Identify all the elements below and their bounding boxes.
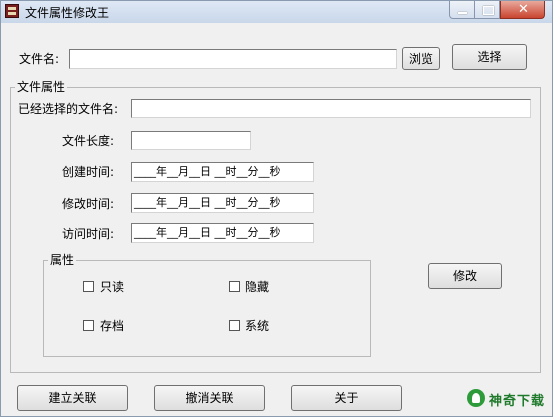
close-button[interactable]: ✕ bbox=[500, 1, 545, 19]
system-label[interactable]: 系统 bbox=[245, 319, 269, 333]
select-button[interactable]: 选择 bbox=[452, 44, 527, 70]
watermark-text: 神奇下载 bbox=[489, 394, 546, 409]
file-name-label: 文件名: bbox=[19, 52, 60, 66]
attributes-group: 属性 bbox=[43, 253, 371, 357]
window-title: 文件属性修改王 bbox=[25, 6, 110, 20]
file-name-input[interactable] bbox=[69, 49, 397, 69]
hidden-label[interactable]: 隐藏 bbox=[245, 280, 269, 294]
close-icon: ✕ bbox=[518, 2, 529, 17]
unassociate-button[interactable]: 撤消关联 bbox=[154, 385, 265, 411]
app-icon bbox=[5, 4, 19, 18]
archive-label[interactable]: 存档 bbox=[100, 319, 124, 333]
accessed-time-input[interactable]: ____年__月__日 __时__分__秒 bbox=[131, 223, 314, 243]
created-time-label: 创建时间: bbox=[62, 165, 115, 179]
selected-file-input[interactable] bbox=[131, 99, 531, 118]
created-time-input[interactable]: ____年__月__日 __时__分__秒 bbox=[131, 162, 314, 182]
minimize-icon bbox=[458, 12, 467, 14]
readonly-checkbox[interactable] bbox=[83, 281, 94, 292]
file-length-label: 文件长度: bbox=[62, 134, 115, 148]
leaf-logo-icon bbox=[467, 389, 485, 407]
hidden-checkbox[interactable] bbox=[229, 281, 240, 292]
browse-button[interactable]: 浏览 bbox=[402, 47, 440, 70]
associate-button[interactable]: 建立关联 bbox=[17, 385, 128, 411]
selected-file-label: 已经选择的文件名: bbox=[18, 102, 119, 116]
accessed-time-label: 访问时间: bbox=[62, 227, 115, 241]
attributes-title: 属性 bbox=[48, 253, 77, 267]
minimize-button[interactable] bbox=[449, 1, 475, 19]
watermark-logo: 神奇下载 bbox=[467, 387, 551, 409]
system-checkbox[interactable] bbox=[229, 320, 240, 331]
app-window: 文件属性修改王 ✕ 文件名: 浏览 选择 文件属性 已经选择的文件名: 文件长度… bbox=[0, 0, 553, 417]
maximize-button[interactable] bbox=[474, 1, 500, 19]
modified-time-label: 修改时间: bbox=[62, 197, 115, 211]
modified-time-input[interactable]: ____年__月__日 __时__分__秒 bbox=[131, 193, 314, 213]
modify-button[interactable]: 修改 bbox=[428, 263, 502, 289]
maximize-icon bbox=[483, 6, 494, 15]
archive-checkbox[interactable] bbox=[83, 320, 94, 331]
title-bar[interactable]: 文件属性修改王 ✕ bbox=[1, 1, 552, 23]
file-properties-title: 文件属性 bbox=[15, 80, 68, 94]
about-button[interactable]: 关于 bbox=[291, 385, 402, 411]
file-length-input[interactable] bbox=[131, 131, 251, 150]
readonly-label[interactable]: 只读 bbox=[100, 280, 124, 294]
